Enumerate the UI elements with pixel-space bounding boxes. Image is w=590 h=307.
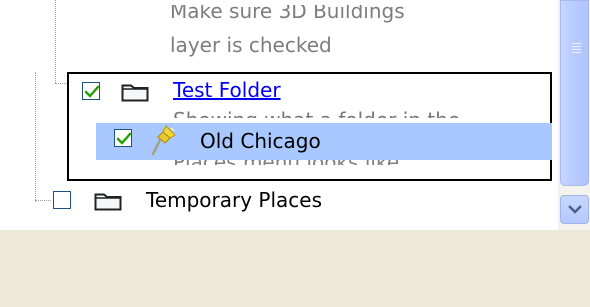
panel-bottom-area [0, 230, 590, 307]
placemark-description-line-2: layer is checked [170, 33, 332, 57]
scroll-grip-icon [572, 43, 581, 54]
tree-connector-line [35, 200, 51, 201]
folder-icon [121, 82, 149, 102]
temporary-places-checkbox[interactable] [53, 191, 71, 209]
temporary-places-label[interactable]: Temporary Places [146, 188, 322, 212]
tree-connector-line [35, 72, 36, 202]
folder-icon [94, 191, 122, 211]
scrollbar-thumb[interactable] [560, 0, 589, 186]
chevron-down-icon [568, 205, 582, 214]
old-chicago-label[interactable]: Old Chicago [200, 129, 321, 153]
tree-connector-line [55, 83, 67, 84]
checkmark-icon [85, 85, 99, 98]
vertical-scrollbar[interactable] [558, 0, 590, 230]
placemark-description-line-1: Make sure 3D Buildings [170, 0, 405, 23]
scroll-down-button[interactable] [560, 195, 589, 224]
test-folder-label[interactable]: Test Folder [173, 78, 281, 102]
old-chicago-checkbox[interactable] [114, 129, 132, 147]
pushpin-icon [151, 123, 179, 160]
checkmark-icon [117, 132, 131, 145]
tree-connector-line [55, 0, 56, 83]
places-tree-view[interactable]: Make sure 3D Buildings layer is checked … [0, 0, 558, 230]
places-panel-screenshot: Make sure 3D Buildings layer is checked … [0, 0, 590, 307]
test-folder-checkbox[interactable] [82, 82, 100, 100]
